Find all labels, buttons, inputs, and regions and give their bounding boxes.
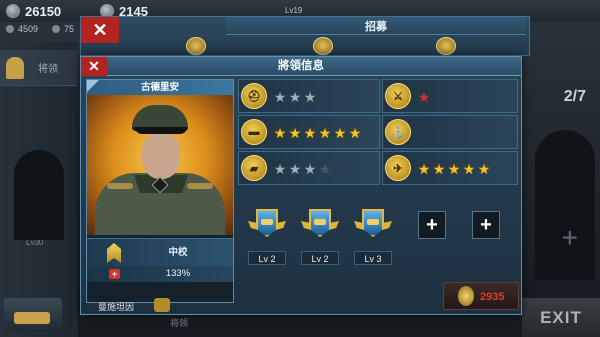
plane-icon: ✈: [385, 155, 411, 181]
star-icon: ★: [288, 89, 302, 105]
sub-resource-1-value: 4509: [18, 24, 39, 34]
dialog-close-button[interactable]: ✕: [81, 57, 107, 76]
stat-armor: ▬ ★ ★ ★ ★ ★ ★: [238, 115, 380, 149]
recruit-medal-icon-3[interactable]: [436, 37, 456, 55]
dialog-title: 將領信息: [278, 60, 324, 72]
wing-badge-icon: [154, 298, 170, 312]
star-icon: ★: [288, 161, 302, 177]
general-figure-icon: [6, 56, 24, 79]
sidebar-tab-label: 将领: [38, 64, 58, 75]
sub-resource-1: 4509: [6, 24, 38, 34]
rank-chevron-icon: [107, 243, 121, 263]
star-icon: ★: [417, 161, 431, 177]
general-info-dialog: 將領信息 ✕ 古德里安 中校 + 133% ⛑ ★ ★ ★ ⚔ ★ ▬ ★ ★ …: [80, 56, 522, 315]
gold-value: 26150: [25, 3, 62, 19]
stat-mechanized: ▰ ★ ★ ★ ★: [238, 151, 380, 185]
artillery-truck-icon: ▰: [241, 155, 267, 181]
star-icon: ★: [462, 161, 476, 177]
medal-2-level: Lv 2: [301, 251, 339, 265]
add-medal-button-2[interactable]: +: [472, 211, 500, 239]
recruit-medal-icon-2[interactable]: [313, 37, 333, 55]
star-icon: ★: [318, 161, 332, 177]
general-portrait-card: 古德里安 中校 + 133%: [86, 79, 234, 303]
exit-button[interactable]: EXIT: [522, 298, 600, 337]
commander-strip: 曼施坦因: [84, 298, 244, 316]
star-icon: ★: [333, 125, 347, 141]
star-icon: ★: [288, 125, 302, 141]
add-medal-button[interactable]: +: [418, 211, 446, 239]
experience-box[interactable]: 2935: [443, 282, 519, 310]
rank-label: 中校: [168, 247, 188, 258]
page-counter: 2/7: [563, 88, 586, 105]
medal-1-level: Lv 2: [248, 251, 286, 265]
gear-icon: [6, 25, 14, 33]
medal-1[interactable]: [248, 207, 286, 245]
recruit-medal-icon-1[interactable]: [186, 37, 206, 55]
helmet-icon: ⛑: [241, 83, 267, 109]
star-icon: ★: [273, 89, 287, 105]
general-name: 古德里安: [87, 80, 233, 95]
medal-3-level: Lv 3: [354, 251, 392, 265]
bottom-tab-generals[interactable]: 将领: [170, 316, 188, 329]
star-icon: ★: [432, 161, 446, 177]
stat-artillery: ⚔ ★: [382, 79, 518, 113]
commander-name: 曼施坦因: [98, 302, 135, 312]
level-label: Lv19: [285, 6, 303, 15]
tank-thumbnail[interactable]: [4, 298, 62, 332]
stat-navy: ⚓: [382, 115, 518, 149]
recruit-close-button[interactable]: ✕: [81, 17, 119, 43]
card-corner-tag: [87, 80, 99, 92]
health-value: 133%: [165, 268, 191, 279]
recruit-title: 招募: [226, 17, 526, 35]
medal-2[interactable]: [301, 207, 339, 245]
tank-icon: ▬: [241, 119, 267, 145]
skill-stars-grid: ⛑ ★ ★ ★ ⚔ ★ ▬ ★ ★ ★ ★ ★ ★ ⚓ ▰ ★ ★ ★ ★ ✈ …: [238, 79, 518, 189]
gold-counter: 26150: [6, 3, 61, 19]
sub-resource-2: 75: [52, 24, 74, 34]
medal-3[interactable]: [354, 207, 392, 245]
sidebar-tab-generals[interactable]: 将领: [0, 50, 78, 86]
general-silhouette-right: [535, 130, 595, 280]
rank-row: 中校: [87, 238, 233, 266]
anchor-icon: ⚓: [385, 119, 411, 145]
star-icon: ★: [348, 125, 362, 141]
stat-infantry: ⛑ ★ ★ ★: [238, 79, 380, 113]
general-silhouette: [14, 150, 64, 240]
gem-icon: [52, 25, 60, 33]
recruit-panel: 招募 ✕: [80, 16, 530, 56]
general-portrait: [87, 95, 233, 235]
medkit-icon: +: [109, 269, 120, 279]
star-icon: ★: [447, 161, 461, 177]
cannon-icon: ⚔: [385, 83, 411, 109]
star-icon: ★: [273, 161, 287, 177]
sub-resource-2-value: 75: [64, 24, 75, 34]
add-general-icon[interactable]: +: [562, 222, 578, 254]
star-icon: ★: [303, 89, 317, 105]
health-row: + 133%: [87, 266, 233, 282]
star-icon: ★: [303, 161, 317, 177]
medal-row: Lv 2 Lv 2 Lv 3 + +: [238, 207, 518, 267]
star-icon: ★: [318, 125, 332, 141]
star-icon: ★: [273, 125, 287, 141]
star-icon: ★: [477, 161, 491, 177]
star-icon: ★: [417, 89, 431, 105]
star-icon: ★: [303, 125, 317, 141]
medal-icon: [458, 286, 474, 306]
experience-value: 2935: [480, 291, 505, 303]
stat-air: ✈ ★ ★ ★ ★ ★: [382, 151, 518, 185]
coin-icon: [6, 4, 20, 18]
